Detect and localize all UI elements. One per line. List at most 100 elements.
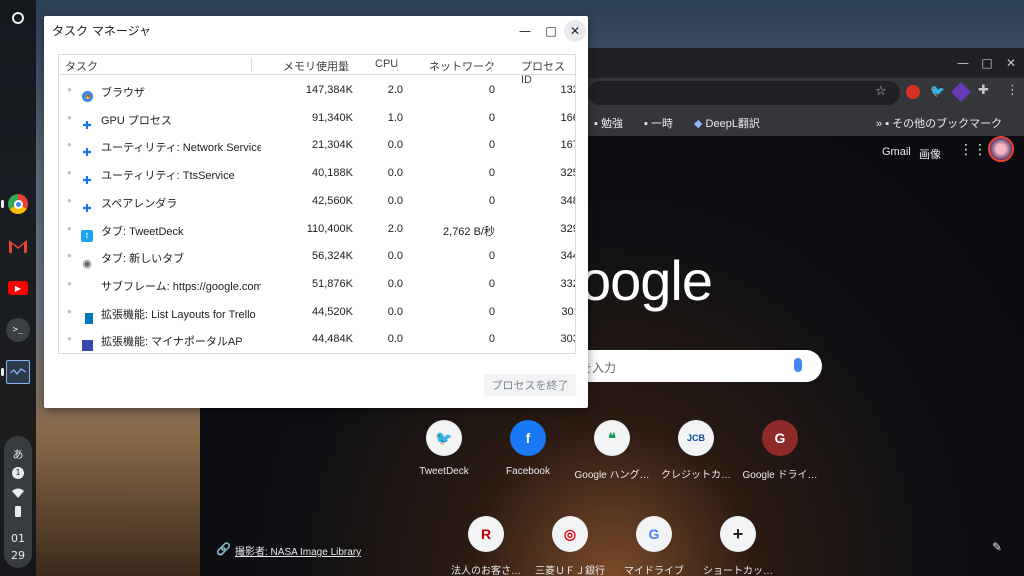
puzzle-icon: ✚ (82, 147, 92, 160)
wifi-icon (12, 488, 24, 498)
shortcut-hangouts[interactable]: ❝ Google ハング… (570, 420, 654, 490)
extension-purple-icon[interactable] (951, 82, 971, 102)
shortcut-mufg[interactable]: ◎ 三菱ＵＦＪ銀行 (528, 516, 612, 576)
battery-icon (15, 506, 21, 517)
launcher-button[interactable] (6, 6, 30, 30)
task-name: タブ: TweetDeck (101, 225, 184, 238)
table-row[interactable]: ● ✚ ユーティリティ: TtsService 40,188K 0.0 0 3251 (59, 159, 575, 188)
shortcut-google-drive[interactable]: G Google ドライ… (738, 420, 822, 490)
gmail-app-icon[interactable] (6, 234, 30, 258)
microphone-icon[interactable] (794, 358, 802, 372)
table-row[interactable]: ● 拡張機能: List Layouts for Trello 44,520K 0.0… (59, 298, 575, 326)
avatar[interactable] (988, 136, 1014, 162)
column-cpu[interactable]: CPU (375, 58, 398, 70)
task-name: サブフレーム: https://google.com/ (101, 280, 261, 293)
cpu-cell: 1.0 (387, 111, 403, 124)
terminal-app-icon[interactable]: >_ (6, 318, 30, 342)
twitter-icon: t (81, 222, 93, 242)
row-bullet: ● (67, 334, 72, 344)
puzzle-icon: ✚ (82, 175, 92, 188)
other-bookmarks[interactable]: » ▪ その他のブックマーク (876, 115, 1002, 131)
memory-cell: 147,384K (305, 84, 353, 96)
bookmark-deepl[interactable]: ◆ DeepL翻訳 (694, 115, 760, 131)
deepl-icon: ◆ (694, 118, 706, 130)
portal-icon (81, 332, 93, 352)
cpu-cell: 0.0 (387, 305, 403, 318)
photographer-credit[interactable]: 撮影者: NASA Image Library (235, 543, 361, 558)
menu-kebab-icon[interactable]: ⋮ (1006, 83, 1019, 98)
table-body: ● ブラウザ 147,384K 2.0 0 1327 ● ✚ GPU プロセス 91,340K 1.… (59, 76, 575, 353)
network-cell: 0 (488, 277, 495, 290)
pid-cell: 3444 (560, 250, 575, 263)
images-link[interactable]: 画像 (919, 146, 941, 162)
status-area[interactable]: あ 1 01 29 (4, 436, 32, 568)
task-name: スペアレンダラ (101, 197, 178, 210)
table-row[interactable]: ● t タブ: TweetDeck 110,400K 2.0 2,762 B/秒 3298 (59, 215, 575, 243)
shelf: ▶ >_ あ 1 01 29 (0, 0, 36, 576)
table-row[interactable]: ● ◉ タブ: 新しいタブ 56,324K 0.0 0 3444 (59, 242, 575, 270)
shortcut-add[interactable]: + ショートカッ… (696, 516, 780, 576)
cpu-cell: 0.0 (387, 139, 403, 152)
youtube-app-icon[interactable]: ▶ (6, 276, 30, 300)
table-row[interactable]: ● ブラウザ 147,384K 2.0 0 1327 (59, 76, 575, 104)
bookmark-folder-temp[interactable]: ▪ 一時 (644, 115, 673, 131)
puzzle-icon: ✚ (82, 202, 92, 215)
clock-hour: 01 (11, 532, 25, 545)
column-memory[interactable]: メモリ使用量 (283, 58, 349, 74)
extension-red-icon[interactable] (906, 85, 920, 99)
chrome-app-icon[interactable] (6, 192, 30, 216)
table-row[interactable]: ● 拡張機能: マイナポータルAP 44,484K 0.0 0 3038 (59, 325, 575, 353)
shortcut-my-drive[interactable]: G マイドライブ (612, 516, 696, 576)
task-name: ブラウザ (101, 87, 145, 99)
close-icon[interactable]: ✕ (1000, 52, 1022, 74)
maximize-icon[interactable]: □ (540, 20, 562, 42)
chrome-icon (81, 83, 93, 102)
customize-pencil-icon[interactable]: ✎ (992, 540, 1002, 554)
network-cell: 0 (488, 250, 495, 263)
extensions-puzzle-icon[interactable]: ✚ (978, 83, 989, 98)
cpu-cell: 2.0 (387, 222, 403, 235)
table-header: タスク メモリ使用量 CPU ネットワーク プロセス ID (59, 55, 575, 86)
bookmark-star-icon[interactable]: ☆ (875, 84, 887, 99)
pid-cell: 1667 (560, 111, 575, 124)
puzzle-icon: ✚ (82, 119, 92, 132)
shortcut-rakuten[interactable]: R 法人のお客さ… (444, 516, 528, 576)
task-manager-app-icon[interactable] (6, 360, 30, 384)
pid-cell: 1670 (560, 139, 575, 152)
shortcut-tweetdeck[interactable]: 🐦 TweetDeck (402, 420, 486, 490)
folder-icon: ▪ (594, 118, 601, 130)
table-row[interactable]: ● ✚ GPU プロセス 91,340K 1.0 0 1667 (59, 104, 575, 132)
column-network[interactable]: ネットワーク (429, 58, 495, 74)
task-name: GPU プロセス (101, 114, 172, 127)
bookmark-folder-study[interactable]: ▪ 勉強 (594, 115, 623, 131)
row-bullet: ● (67, 251, 72, 261)
network-cell: 0 (488, 305, 495, 318)
jcb-icon: JCB (678, 420, 714, 456)
google-icon: G (636, 516, 672, 552)
table-row[interactable]: ● ✚ スペアレンダラ 42,560K 0.0 0 3482 (59, 187, 575, 215)
table-row[interactable]: ● サブフレーム: https://google.com/51,876K 0.0 0 3… (59, 270, 575, 298)
table-row[interactable]: ● ✚ ユーティリティ: Network Service 21,304K 0.0 0 167… (59, 131, 575, 160)
pid-cell: 3482 (560, 194, 575, 207)
minimize-icon[interactable]: — (514, 20, 536, 42)
omnibox[interactable] (588, 81, 900, 105)
notification-count-badge: 1 (12, 467, 24, 479)
maximize-icon[interactable]: □ (976, 52, 998, 74)
task-manager-window: タスク マネージャ — □ ✕ タスク メモリ使用量 CPU ネットワーク プロ… (44, 16, 588, 408)
memory-cell: 40,188K (312, 167, 353, 180)
minimize-icon[interactable]: — (952, 52, 974, 74)
search-box[interactable]: を入力 (580, 350, 822, 382)
row-bullet: ● (67, 168, 72, 178)
end-process-button[interactable]: プロセスを終了 (484, 374, 576, 396)
close-icon[interactable]: ✕ (564, 20, 586, 42)
pid-cell: 3329 (560, 277, 575, 290)
row-bullet: ● (67, 306, 72, 316)
shortcut-facebook[interactable]: f Facebook (486, 420, 570, 490)
column-task[interactable]: タスク (65, 58, 98, 74)
gmail-link[interactable]: Gmail (882, 146, 911, 158)
extension-bird-icon[interactable]: 🐦 (930, 84, 945, 98)
blank-icon (81, 277, 93, 289)
mufg-icon: ◎ (552, 516, 588, 552)
shortcut-credit-card[interactable]: JCB クレジットカ… (654, 420, 738, 490)
cpu-cell: 2.0 (387, 84, 403, 96)
